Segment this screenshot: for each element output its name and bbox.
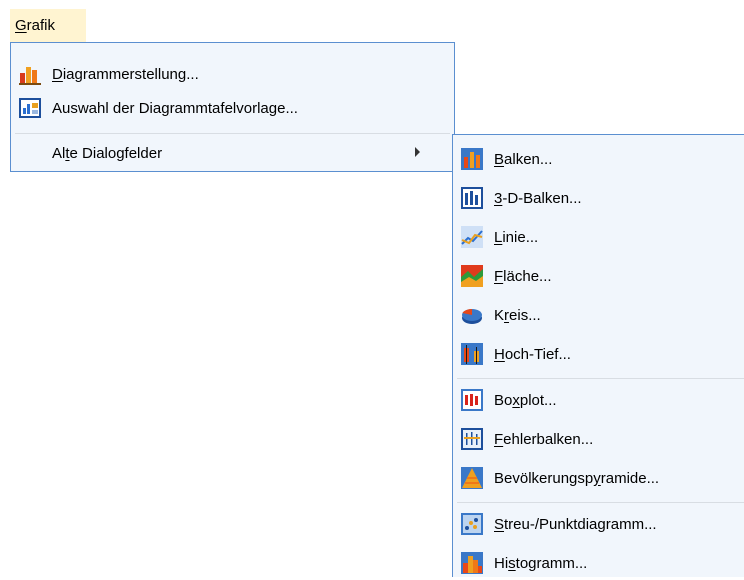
submenu-item-balken[interactable]: Balken... <box>453 142 744 176</box>
submenu-arrow-icon <box>415 147 420 157</box>
submenu-item-streu-punktdiagramm[interactable]: Streu-/Punktdiagramm... <box>453 507 744 541</box>
submenu-separator <box>457 378 744 379</box>
scatter-plot-icon <box>461 513 483 535</box>
submenu-item-histogramm-label: Histogramm... <box>494 554 588 572</box>
submenu-item-boxplot-label: Boxplot... <box>494 391 557 409</box>
submenu-item-bevoelkerungspyramide[interactable]: Bevölkerungspyramide... <box>453 461 744 495</box>
histogram-icon <box>461 552 483 574</box>
bar-chart-icon <box>461 148 483 170</box>
error-bar-icon <box>461 428 483 450</box>
submenu-item-flaeche-label: Fläche... <box>494 267 552 285</box>
submenu-item-bevoelkerungspyramide-label: Bevölkerungspyramide... <box>494 469 660 487</box>
grafik-dropdown-menu: Diagrammerstellung... Auswahl der Diagra… <box>10 42 455 172</box>
area-chart-icon <box>461 265 483 287</box>
submenu-item-fehlerbalken-label: Fehlerbalken... <box>494 430 594 448</box>
submenu-item-fehlerbalken[interactable]: Fehlerbalken... <box>453 422 744 456</box>
pie-chart-icon <box>461 304 483 326</box>
submenu-item-balken-label: Balken... <box>494 150 553 168</box>
submenu-item-flaeche[interactable]: Fläche... <box>453 259 744 293</box>
menu-separator <box>15 133 450 134</box>
line-chart-icon <box>461 226 483 248</box>
submenu-item-histogramm[interactable]: Histogramm... <box>453 546 744 580</box>
menu-grafik[interactable]: Grafik <box>10 9 86 42</box>
menu-item-diagrammtafelvorlage-label: Auswahl der Diagrammtafelvorlage... <box>52 99 298 117</box>
submenu-item-3d-balken[interactable]: 3-D-Balken... <box>453 181 744 215</box>
submenu-item-hoch-tief-label: Hoch-Tief... <box>494 345 571 363</box>
menu-item-diagrammtafelvorlage[interactable]: Auswahl der Diagrammtafelvorlage... <box>11 91 454 125</box>
chart-builder-icon <box>19 63 41 85</box>
high-low-chart-icon <box>461 343 483 365</box>
submenu-item-kreis-label: Kreis... <box>494 306 541 324</box>
menu-item-diagrammerstellung[interactable]: Diagrammerstellung... <box>11 57 454 91</box>
submenu-item-linie[interactable]: Linie... <box>453 220 744 254</box>
submenu-item-streu-punktdiagramm-label: Streu-/Punktdiagramm... <box>494 515 657 533</box>
population-pyramid-icon <box>461 467 483 489</box>
submenu-item-hoch-tief[interactable]: Hoch-Tief... <box>453 337 744 371</box>
3d-bar-chart-icon <box>461 187 483 209</box>
boxplot-icon <box>461 389 483 411</box>
template-chooser-icon <box>19 97 41 119</box>
submenu-item-kreis[interactable]: Kreis... <box>453 298 744 332</box>
menu-item-alte-dialogfelder-label: Alte Dialogfelder <box>52 144 163 162</box>
submenu-item-boxplot[interactable]: Boxplot... <box>453 383 744 417</box>
alte-dialogfelder-submenu: Balken... 3-D-Balken... Linie... Fläche.… <box>452 134 744 577</box>
submenu-item-linie-label: Linie... <box>494 228 539 246</box>
submenu-item-3d-balken-label: 3-D-Balken... <box>494 189 582 207</box>
submenu-separator <box>457 502 744 503</box>
menu-grafik-label: Grafik <box>15 17 56 34</box>
menu-item-alte-dialogfelder[interactable]: Alte Dialogfelder <box>11 136 454 170</box>
menu-item-diagrammerstellung-label: Diagrammerstellung... <box>52 65 199 83</box>
